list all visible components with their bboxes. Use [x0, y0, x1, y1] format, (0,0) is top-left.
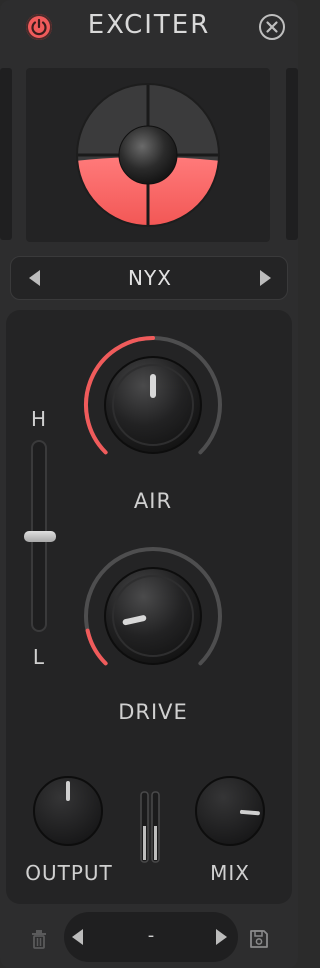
- save-icon[interactable]: [249, 929, 269, 949]
- mix-label: MIX: [210, 861, 250, 885]
- band-slider-thumb[interactable]: [24, 531, 56, 542]
- footer-preset-value: -: [147, 925, 155, 946]
- drive-knob-pointer: [122, 615, 147, 626]
- low-label: L: [32, 645, 46, 669]
- trash-icon[interactable]: [29, 928, 49, 950]
- mix-knob-pointer: [239, 809, 260, 816]
- air-knob-body: [104, 356, 202, 454]
- air-label: AIR: [133, 489, 173, 513]
- exciter-plugin-window: EXCITER NYX AIR DRIVE OUTPUT MIX H L -: [0, 0, 298, 968]
- high-label: H: [30, 407, 48, 431]
- drive-knob[interactable]: [84, 547, 222, 666]
- air-knob[interactable]: [83, 336, 222, 455]
- footer-next-icon[interactable]: [216, 929, 227, 945]
- drive-label: DRIVE: [118, 700, 188, 724]
- drive-knob-value-arc: [85, 628, 108, 666]
- drive-knob-body: [104, 567, 202, 665]
- mix-knob[interactable]: [195, 776, 265, 846]
- output-label: OUTPUT: [25, 861, 113, 885]
- output-level-meter: [140, 791, 160, 863]
- output-knob[interactable]: [33, 776, 103, 846]
